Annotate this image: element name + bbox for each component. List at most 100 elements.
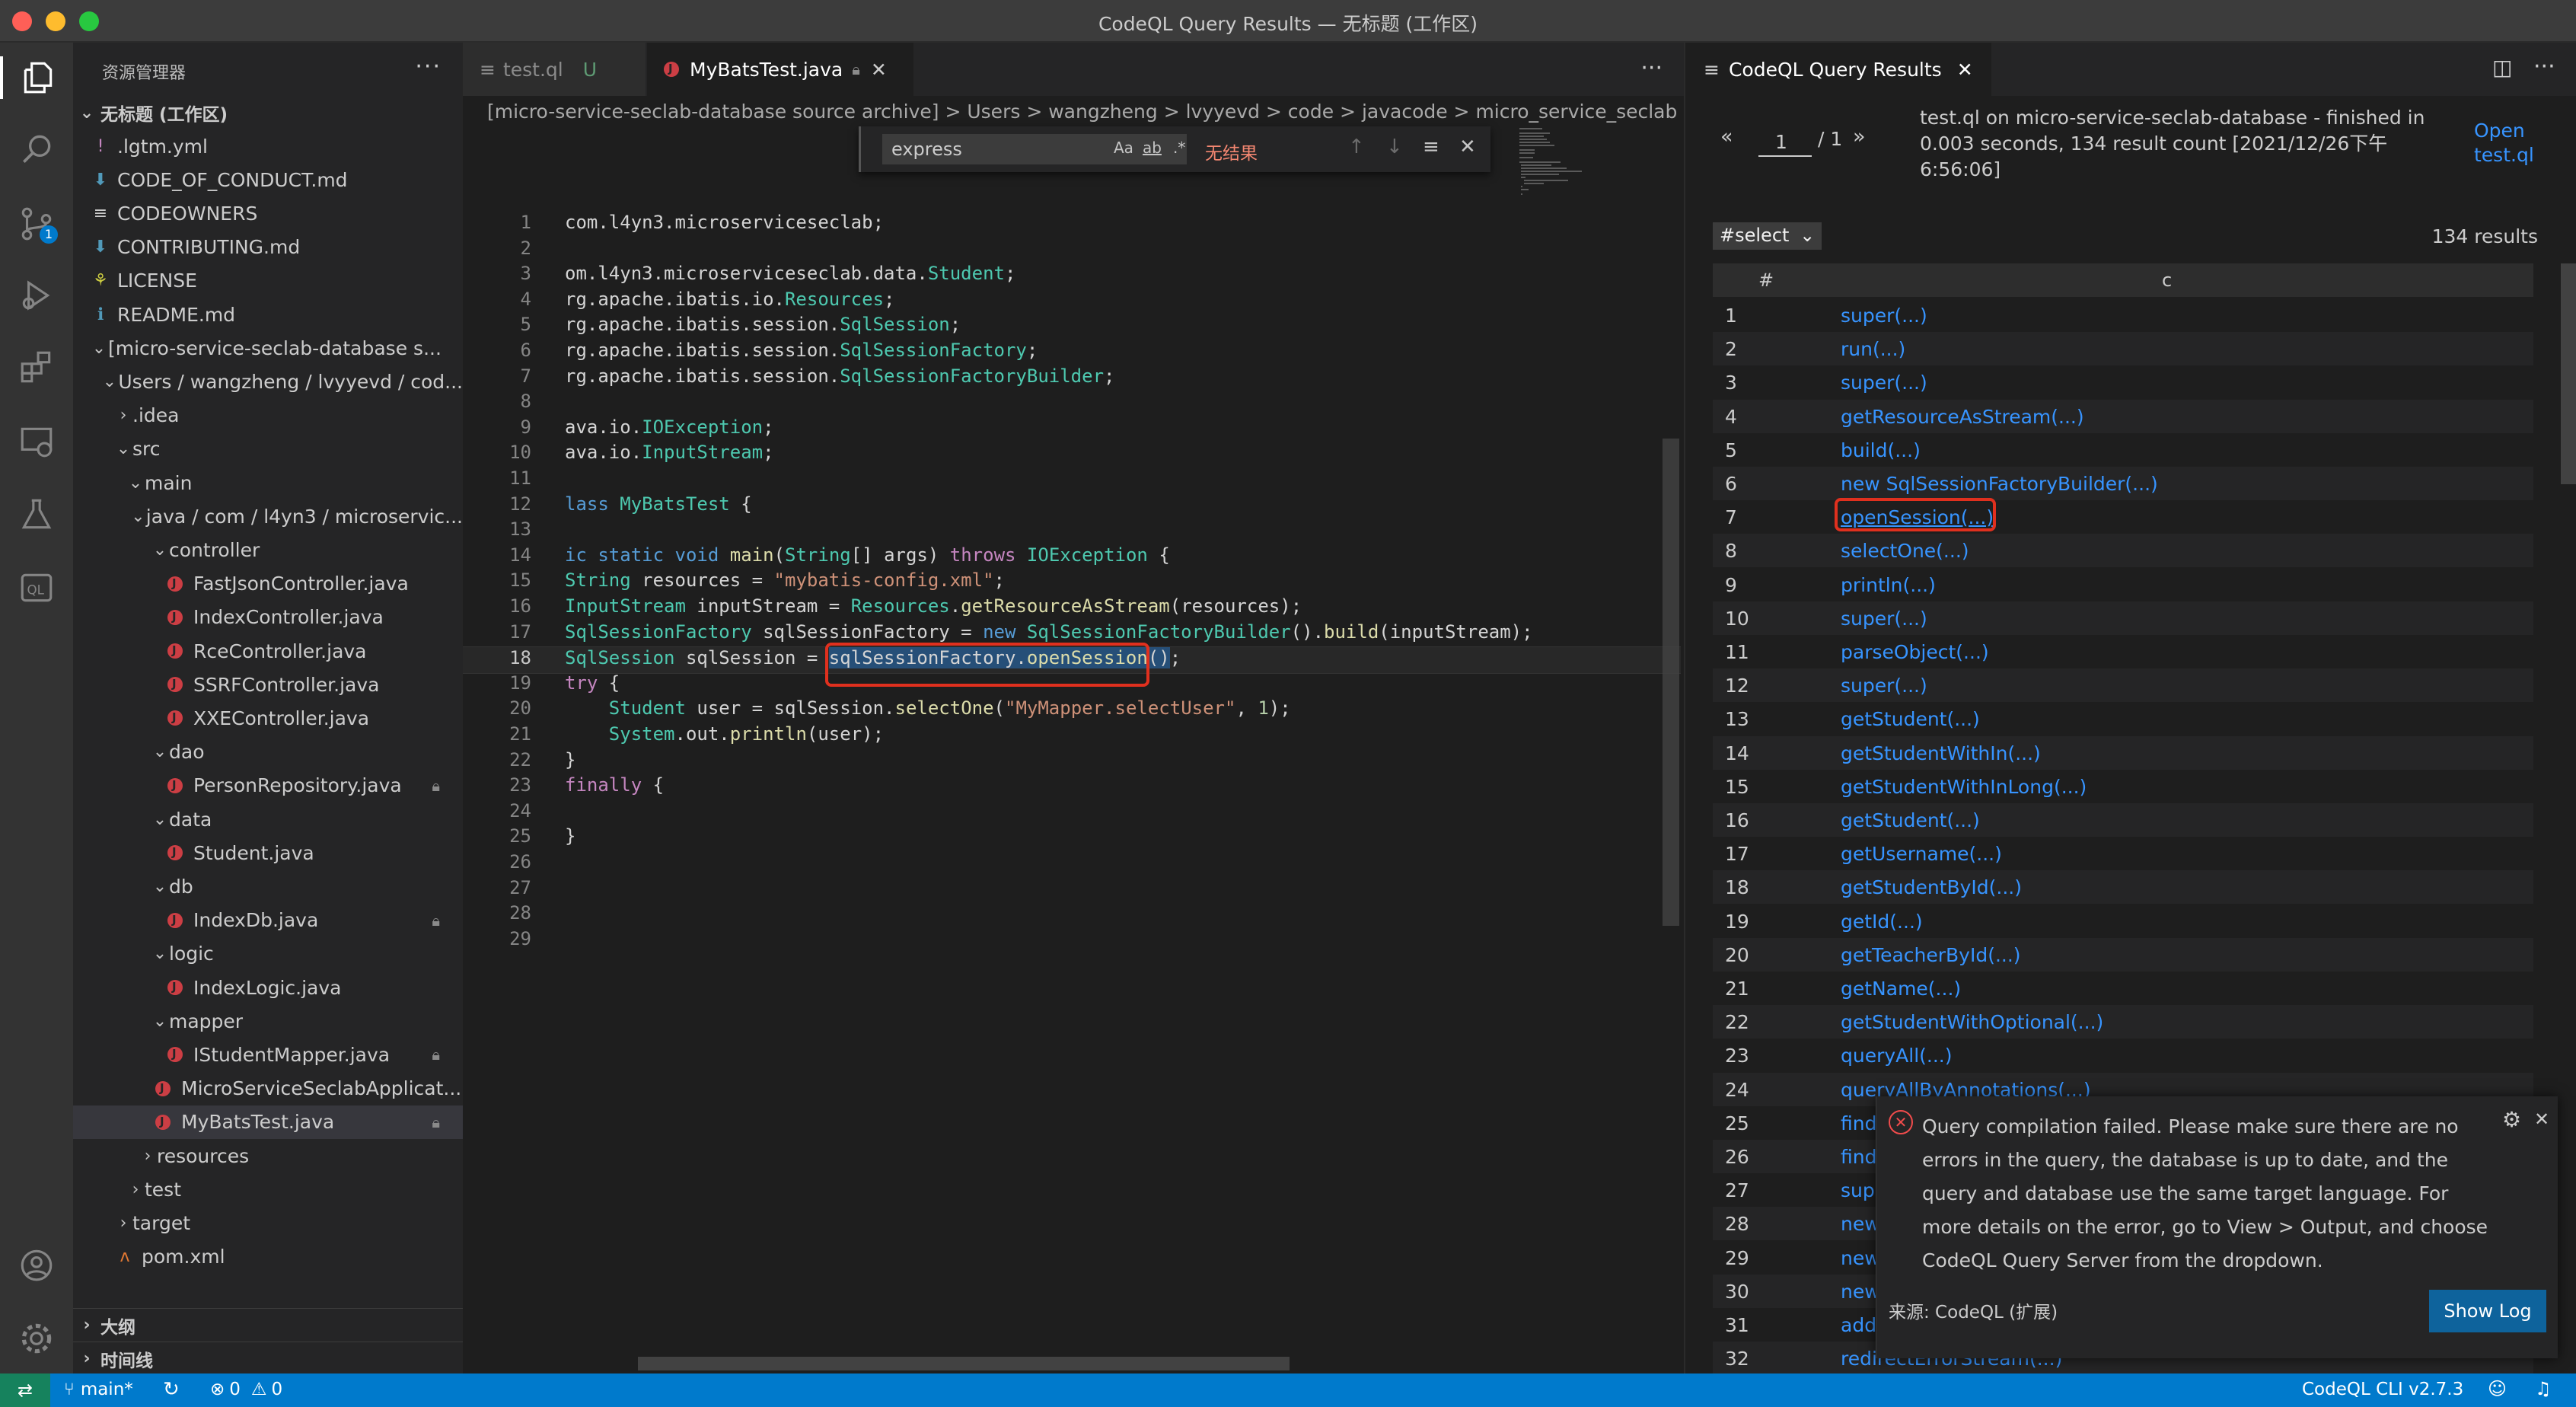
code-line[interactable]: 29 [463, 928, 1681, 956]
code-line[interactable]: 12 lass MyBatsTest { [463, 493, 1681, 521]
code-line[interactable]: 27 [463, 877, 1681, 904]
tree-file[interactable]: MicroServiceSeclabApplicat... [73, 1072, 463, 1106]
result-link[interactable]: getStudent(...) [1841, 809, 1980, 831]
result-link[interactable]: find [1841, 1146, 1876, 1168]
tree-file[interactable]: SSRFController.java [73, 668, 463, 701]
open-query-link[interactable]: Open test.ql [2474, 119, 2550, 168]
column-header-c[interactable]: c [2162, 270, 2172, 291]
tree-folder[interactable]: ⌄ logic [73, 937, 463, 971]
result-link[interactable]: getStudentWithInLong(...) [1841, 776, 2087, 798]
code-line[interactable]: 25} [463, 825, 1681, 853]
tree-file[interactable]: IStudentMapper.java 🔒︎ [73, 1038, 463, 1071]
tree-file[interactable]: ⬇ CONTRIBUTING.md [73, 231, 463, 264]
code-line[interactable]: 15 String resources = "mybatis-config.xml… [463, 570, 1681, 597]
code-line[interactable]: 22} [463, 749, 1681, 777]
result-link[interactable]: getName(...) [1841, 978, 1961, 1000]
feedback-icon[interactable]: ☺ [2488, 1378, 2507, 1399]
result-link[interactable]: new [1841, 1247, 1880, 1269]
tree-folder[interactable]: › test [73, 1172, 463, 1206]
sync-icon[interactable]: ↻ [163, 1378, 180, 1401]
timeline-section[interactable]: › 时间线 [73, 1342, 463, 1375]
close-notification-icon[interactable]: ✕ [2534, 1109, 2549, 1130]
tab-test-ql[interactable]: ≡ test.ql U [463, 43, 646, 96]
tree-file[interactable]: IndexDb.java 🔒︎ [73, 904, 463, 937]
tree-folder[interactable]: ⌄ mapper [73, 1004, 463, 1038]
tree-file[interactable]: IndexController.java [73, 601, 463, 634]
find-input[interactable] [882, 134, 1187, 164]
tree-folder[interactable]: ⌄ data [73, 802, 463, 836]
tree-folder[interactable]: › target [73, 1206, 463, 1240]
tree-folder[interactable]: › resources [73, 1139, 463, 1172]
code-line[interactable]: 23 finally { [463, 774, 1681, 802]
remote-explorer-activity-button[interactable] [15, 420, 58, 463]
codeql-activity-button[interactable]: QL [15, 566, 58, 609]
results-scrollbar[interactable] [2561, 263, 2576, 484]
close-tab-icon[interactable]: ✕ [1957, 59, 1973, 81]
tab-codeql-query-results[interactable]: ≡ CodeQL Query Results ✕ [1685, 43, 1991, 96]
result-link[interactable]: selectOne(...) [1841, 540, 1969, 562]
code-line[interactable]: 7 rg.apache.ibatis.session.SqlSessionFact… [463, 365, 1681, 393]
tree-file[interactable]: IndexLogic.java [73, 971, 463, 1004]
tree-folder[interactable]: ⌄ controller [73, 533, 463, 566]
find-in-selection-icon[interactable]: ≡ [1423, 136, 1439, 158]
tree-file[interactable]: XXEController.java [73, 701, 463, 735]
column-header-index[interactable]: # [1758, 270, 1774, 291]
tree-file[interactable]: ʌ pom.xml [73, 1240, 463, 1274]
tree-folder[interactable]: ⌄ main [73, 466, 463, 499]
explorer-more-button[interactable]: ··· [415, 53, 442, 80]
result-link[interactable]: new [1841, 1213, 1880, 1235]
tree-file[interactable]: FastJsonController.java [73, 567, 463, 601]
result-link[interactable]: new [1841, 1281, 1880, 1303]
editor-more-button[interactable]: ··· [1640, 55, 1663, 81]
outline-section[interactable]: › 大纲 [73, 1308, 463, 1342]
breadcrumb[interactable]: [micro-service-seclab-database source ar… [487, 100, 1733, 123]
code-line[interactable]: 5 rg.apache.ibatis.session.SqlSession; [463, 314, 1681, 341]
problems-indicator[interactable]: ⊗ 0 ⚠ 0 [210, 1380, 282, 1399]
result-set-select[interactable]: #select ⌄ [1713, 222, 1822, 250]
result-link[interactable]: getId(...) [1841, 911, 1923, 933]
result-link[interactable]: getUsername(...) [1841, 843, 2002, 865]
code-line[interactable]: 28 [463, 902, 1681, 930]
tree-folder[interactable]: › .idea [73, 399, 463, 432]
code-line[interactable]: 11 [463, 467, 1681, 495]
result-link[interactable]: new SqlSessionFactoryBuilder(...) [1841, 473, 2158, 495]
result-link[interactable]: getStudentById(...) [1841, 876, 2022, 898]
code-line[interactable]: 1 com.l4yn3.microserviceseclab; [463, 212, 1681, 239]
code-line[interactable]: 6 rg.apache.ibatis.session.SqlSessionFact… [463, 340, 1681, 367]
result-link[interactable]: getStudentWithOptional(...) [1841, 1011, 2103, 1033]
code-line[interactable]: 2 [463, 238, 1681, 265]
source-control-activity-button[interactable]: 1 [15, 203, 58, 245]
result-link[interactable]: run(...) [1841, 338, 1905, 360]
show-log-button[interactable]: Show Log [2429, 1290, 2546, 1332]
workspace-header[interactable]: ⌄ 无标题 (工作区) [73, 96, 463, 129]
close-find-icon[interactable]: ✕ [1459, 136, 1476, 158]
tree-folder[interactable]: ⌄ Users / wangzheng / lvyyevd / cod... [73, 365, 463, 398]
code-line[interactable]: 24 [463, 800, 1681, 828]
tree-file[interactable]: ≡ CODEOWNERS [73, 196, 463, 230]
result-link[interactable]: queryAll(...) [1841, 1045, 1953, 1067]
branch-indicator[interactable]: ⑂ main* [64, 1380, 133, 1399]
testing-activity-button[interactable] [15, 493, 58, 536]
code-line[interactable]: 13 [463, 518, 1681, 546]
editor-vertical-scrollbar[interactable] [1663, 439, 1679, 926]
result-link[interactable]: println(...) [1841, 574, 1936, 596]
result-link[interactable]: getStudentWithIn(...) [1841, 742, 2041, 764]
split-editor-icon[interactable]: ◫ [2492, 55, 2512, 80]
tree-file[interactable]: ⚘ LICENSE [73, 264, 463, 298]
next-match-icon[interactable]: ↓ [1386, 136, 1403, 158]
result-link[interactable]: getStudent(...) [1841, 708, 1980, 730]
result-link[interactable]: super(...) [1841, 608, 1927, 630]
result-link[interactable]: super(...) [1841, 675, 1927, 697]
manage-activity-button[interactable] [15, 1317, 58, 1360]
explorer-activity-button[interactable] [0, 56, 73, 99]
code-line[interactable]: 3 om.l4yn3.microserviceseclab.data.Studen… [463, 263, 1681, 290]
result-link[interactable]: find [1841, 1112, 1876, 1134]
accounts-activity-button[interactable] [15, 1244, 58, 1287]
regex-toggle[interactable]: .* [1173, 139, 1185, 157]
tab-mybatstest-java[interactable]: MyBatsTest.java 🔒︎ ✕ [647, 43, 913, 96]
result-link[interactable]: build(...) [1841, 439, 1921, 461]
previous-page-button[interactable]: « [1720, 125, 1733, 148]
code-line[interactable]: 14 ic static void main(String[] args) thr… [463, 544, 1681, 572]
search-activity-button[interactable] [15, 128, 58, 171]
match-word-toggle[interactable]: ab [1143, 139, 1162, 157]
